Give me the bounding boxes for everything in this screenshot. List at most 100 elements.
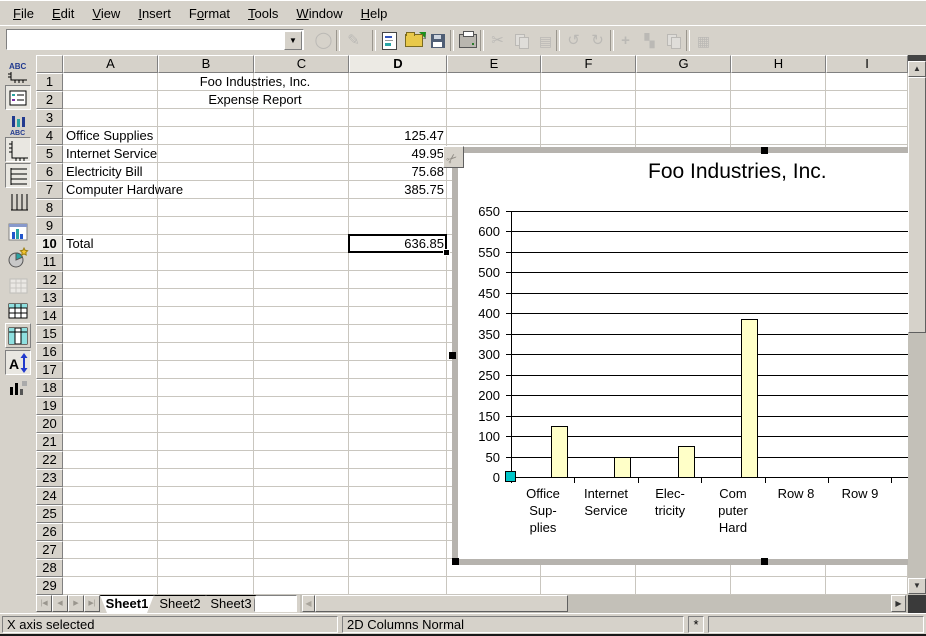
active-cell-fill-handle[interactable] [443,249,450,256]
column-header-A[interactable]: A [63,55,158,73]
scroll-right-icon[interactable]: ▶ [891,595,906,612]
chart-selection-handle[interactable] [761,147,768,154]
cell-B1[interactable]: Foo Industries, Inc. [158,73,349,91]
x-axis-category-label[interactable]: Row 8 [764,485,828,502]
row-header-14[interactable]: 14 [36,307,63,325]
y-axis-label[interactable]: 250 [460,369,500,382]
row-header-10[interactable]: 10 [36,235,63,253]
row-header-25[interactable]: 25 [36,505,63,523]
y-axis-label[interactable]: 300 [460,348,500,361]
y-axis-label[interactable]: 200 [460,389,500,402]
chart-selection-handle[interactable] [449,352,456,359]
y-axis-label[interactable]: 500 [460,266,500,279]
x-axis-category-label[interactable]: Row 9 [828,485,892,502]
row-header-4[interactable]: 4 [36,127,63,145]
row-header-15[interactable]: 15 [36,325,63,343]
menu-file[interactable]: File [4,3,43,24]
row-header-24[interactable]: 24 [36,487,63,505]
x-axis-selection-handle[interactable] [505,471,516,482]
scroll-left-icon[interactable]: ◀ [302,595,315,612]
row-header-29[interactable]: 29 [36,577,63,595]
chart-bar-1[interactable] [551,426,568,478]
cell-A4[interactable]: Office Supplies [63,127,158,145]
y-axis-line[interactable] [511,211,512,477]
select-all-corner[interactable] [36,55,63,73]
cut-icon[interactable]: ✂ [486,29,509,52]
menu-edit[interactable]: Edit [43,3,83,24]
data-in-rows-icon[interactable] [5,298,31,323]
y-axis-label[interactable]: 550 [460,246,500,259]
active-cell-cursor[interactable] [348,234,447,253]
tab-nav-prev-icon[interactable]: ◀ [52,595,68,612]
row-header-20[interactable]: 20 [36,415,63,433]
horizontal-scroll-thumb[interactable] [315,595,568,612]
row-header-6[interactable]: 6 [36,163,63,181]
menu-view[interactable]: View [83,3,129,24]
row-header-3[interactable]: 3 [36,109,63,127]
redo-icon[interactable]: ↻ [586,29,609,52]
axes-onoff-icon[interactable] [5,137,31,162]
cell-A7[interactable]: Computer Hardware [63,181,158,199]
combobox-dropdown-icon[interactable]: ▼ [284,31,302,50]
cell-D4[interactable]: 125.47 [349,127,447,145]
cell-A10[interactable]: Total [63,235,158,253]
new-document-icon[interactable] [378,29,401,52]
y-axis-label[interactable]: 150 [460,410,500,423]
scale-text-icon[interactable]: A [5,350,31,375]
row-header-19[interactable]: 19 [36,397,63,415]
row-header-16[interactable]: 16 [36,343,63,361]
row-header-12[interactable]: 12 [36,271,63,289]
row-header-7[interactable]: 7 [36,181,63,199]
row-header-21[interactable]: 21 [36,433,63,451]
chart-bar-2[interactable] [614,457,631,478]
cell-A6[interactable]: Electricity Bill [63,163,158,181]
y-axis-label[interactable]: 450 [460,287,500,300]
x-axis-category-label[interactable]: Office Sup- plies [511,485,575,536]
chart-type-icon[interactable] [5,219,31,244]
column-header-I[interactable]: I [826,55,908,73]
tab-nav-first-icon[interactable]: |◀ [36,595,52,612]
reorganize-chart-icon[interactable] [5,374,31,399]
chart-selection-handle[interactable] [761,558,768,565]
edit-file-icon[interactable]: ✎ [342,29,365,52]
axes-title-icon[interactable]: ABC [5,111,31,136]
autoformat-chart-icon[interactable] [5,245,31,270]
menu-help[interactable]: Help [352,3,397,24]
chart-canvas[interactable]: Foo Industries, Inc.05010015020025030035… [458,153,914,559]
horizontal-grid-icon[interactable] [5,163,31,188]
sheet-tab-sheet2[interactable]: Sheet2 [154,595,206,613]
cell-B2[interactable]: Expense Report [158,91,349,109]
gallery-icon[interactable]: ▦ [692,29,715,52]
legend-onoff-icon[interactable] [5,85,31,110]
menu-window[interactable]: Window [287,3,351,24]
row-header-13[interactable]: 13 [36,289,63,307]
row-header-28[interactable]: 28 [36,559,63,577]
vertical-grid-icon[interactable] [5,189,31,214]
insert-object-icon[interactable] [662,29,685,52]
column-header-G[interactable]: G [636,55,731,73]
sheet-tab-sheet3[interactable]: Sheet3 [206,595,256,613]
styles-icon[interactable]: ▚ [638,29,661,52]
copy-icon[interactable] [510,29,533,52]
column-header-E[interactable]: E [447,55,541,73]
y-axis-label[interactable]: 400 [460,307,500,320]
chart-bar-3[interactable] [678,446,695,478]
row-header-1[interactable]: 1 [36,73,63,91]
y-axis-label[interactable]: 0 [460,471,500,484]
cell-D5[interactable]: 49.95 [349,145,447,163]
vertical-scroll-thumb[interactable] [908,77,926,333]
row-header-22[interactable]: 22 [36,451,63,469]
y-axis-label[interactable]: 50 [460,451,500,464]
column-header-F[interactable]: F [541,55,636,73]
scroll-down-icon[interactable]: ▼ [908,578,926,594]
chart-bar-4[interactable] [741,319,758,478]
cell-D6[interactable]: 75.68 [349,163,447,181]
row-header-27[interactable]: 27 [36,541,63,559]
navigator-icon[interactable]: + [614,29,637,52]
scroll-up-icon[interactable]: ▲ [908,61,926,77]
y-axis-label[interactable]: 600 [460,225,500,238]
cell-A5[interactable]: Internet Service [63,145,158,163]
x-axis-category-label[interactable]: Elec- tricity [638,485,702,519]
row-header-11[interactable]: 11 [36,253,63,271]
y-axis-label[interactable]: 100 [460,430,500,443]
